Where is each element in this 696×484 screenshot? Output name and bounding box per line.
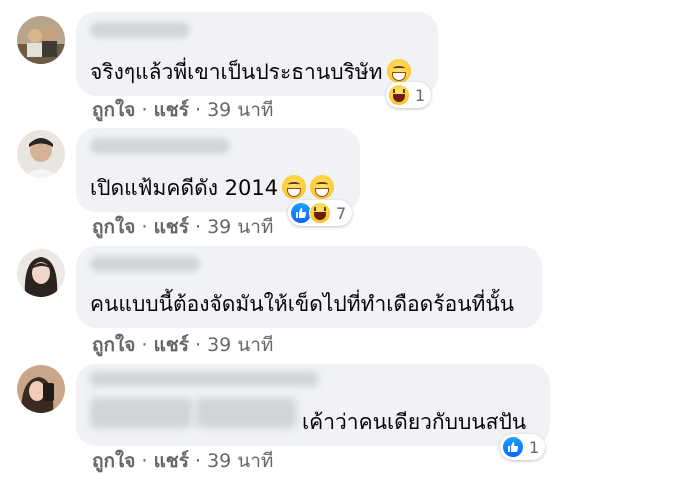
author-name-redacted bbox=[90, 138, 230, 154]
comment-text: เค้าว่าคนเดียวกับบนสปัน bbox=[302, 410, 527, 434]
avatar[interactable] bbox=[17, 249, 65, 297]
haha-reaction-icon bbox=[388, 84, 410, 106]
separator: · bbox=[194, 216, 202, 238]
redacted-text bbox=[90, 398, 192, 428]
comment-actions: ถูกใจ · แชร์ · 39 นาที bbox=[92, 446, 273, 476]
like-link[interactable]: ถูกใจ bbox=[92, 216, 135, 238]
reaction-count: 1 bbox=[415, 85, 426, 105]
avatar[interactable] bbox=[17, 130, 65, 178]
separator: · bbox=[194, 450, 202, 472]
redacted-text bbox=[196, 398, 296, 428]
author-name-redacted bbox=[90, 256, 200, 272]
grinning-emoji-icon bbox=[386, 59, 411, 83]
author-name-redacted bbox=[90, 22, 190, 38]
reaction-summary[interactable]: 1 bbox=[386, 82, 432, 108]
reply-link[interactable]: แชร์ bbox=[154, 99, 189, 121]
like-link[interactable]: ถูกใจ bbox=[92, 334, 135, 356]
comment-actions: ถูกใจ · แชร์ · 39 นาที bbox=[92, 95, 273, 125]
timestamp[interactable]: 39 นาที bbox=[207, 216, 273, 238]
comment-actions: ถูกใจ · แชร์ · 39 นาที bbox=[92, 212, 273, 242]
like-link[interactable]: ถูกใจ bbox=[92, 99, 135, 121]
reply-link[interactable]: แชร์ bbox=[154, 450, 189, 472]
separator: · bbox=[194, 99, 202, 121]
avatar-photo-icon bbox=[17, 130, 65, 178]
like-reaction-icon bbox=[502, 436, 524, 458]
avatar-photo-icon bbox=[17, 249, 65, 297]
comment-actions: ถูกใจ · แชร์ · 39 นาที bbox=[92, 330, 273, 360]
comment-text: จริงๆแล้วพี่เขาเป็นประธานบริษัท bbox=[90, 56, 411, 89]
timestamp[interactable]: 39 นาที bbox=[207, 99, 273, 121]
reaction-summary[interactable]: 1 bbox=[500, 434, 546, 460]
reaction-count: 7 bbox=[336, 203, 347, 223]
like-link[interactable]: ถูกใจ bbox=[92, 450, 135, 472]
separator: · bbox=[141, 99, 148, 121]
haha-reaction-icon bbox=[309, 202, 331, 224]
avatar[interactable] bbox=[17, 16, 65, 64]
reaction-count: 1 bbox=[529, 437, 540, 457]
comment-bubble: คนแบบนี้ต้องจัดมันให้เข็ดไปที่ทำเดือดร้อ… bbox=[76, 246, 542, 328]
timestamp[interactable]: 39 นาที bbox=[207, 450, 273, 472]
avatar-photo-icon bbox=[17, 16, 65, 64]
separator: · bbox=[141, 216, 148, 238]
grinning-emoji-icon bbox=[282, 175, 307, 199]
comment-text: คนแบบนี้ต้องจัดมันให้เข็ดไปที่ทำเดือดร้อ… bbox=[90, 292, 515, 316]
grinning-emoji-icon bbox=[310, 175, 335, 199]
avatar[interactable] bbox=[17, 365, 65, 413]
avatar-photo-icon bbox=[17, 365, 65, 413]
comment-bubble: เค้าว่าคนเดียวกับบนสปัน bbox=[76, 364, 550, 446]
comment-bubble: จริงๆแล้วพี่เขาเป็นประธานบริษัท bbox=[76, 12, 438, 96]
reply-link[interactable]: แชร์ bbox=[154, 216, 189, 238]
separator: · bbox=[141, 450, 148, 472]
separator: · bbox=[194, 334, 202, 356]
separator: · bbox=[141, 334, 148, 356]
timestamp[interactable]: 39 นาที bbox=[207, 334, 273, 356]
reaction-summary[interactable]: 7 bbox=[288, 200, 353, 226]
reply-link[interactable]: แชร์ bbox=[154, 334, 189, 356]
author-name-redacted bbox=[90, 372, 318, 386]
